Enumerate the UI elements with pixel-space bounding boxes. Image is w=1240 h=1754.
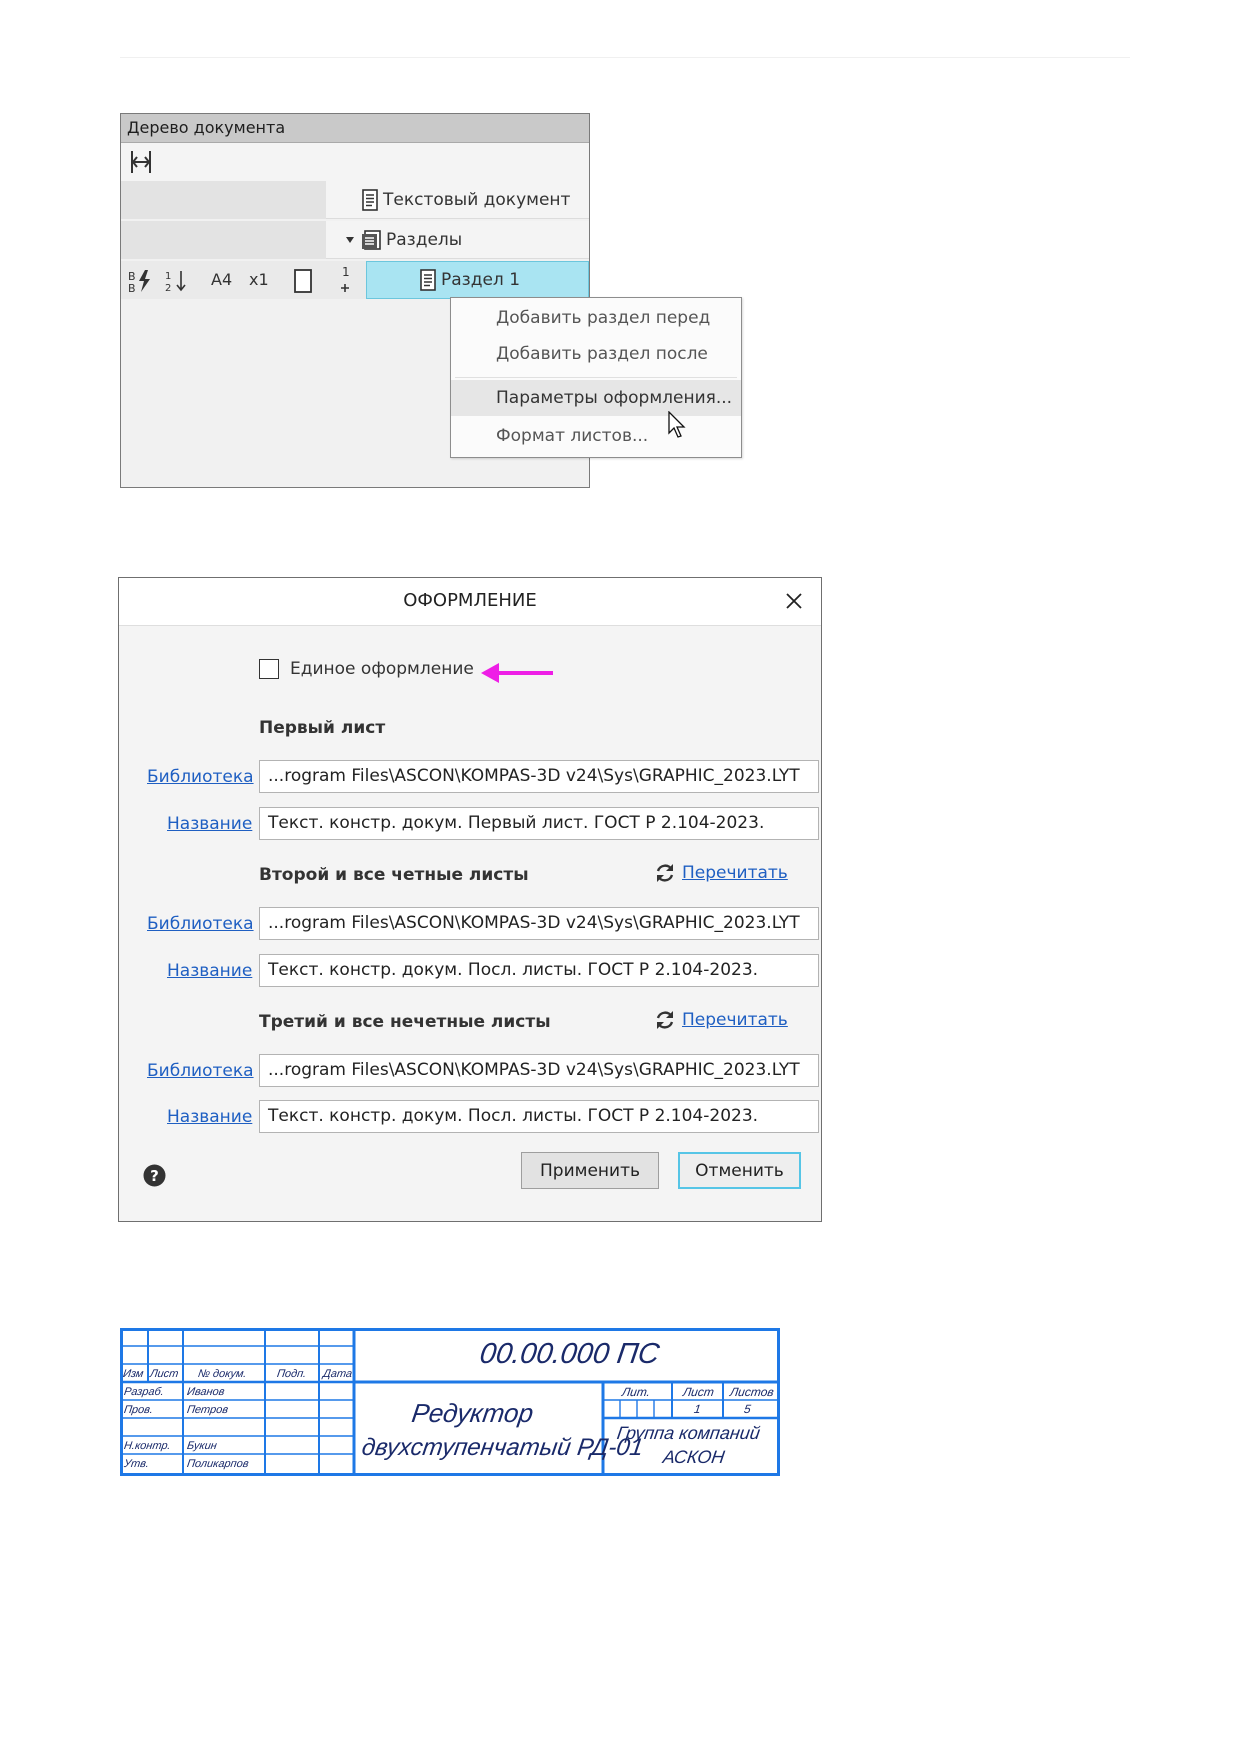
stamp-person: Иванов (186, 1386, 226, 1398)
library-field-even[interactable]: ...rogram Files\ASCON\KOMPAS-3D v24\Sys\… (259, 907, 819, 940)
reread-link-even[interactable]: Перечитать (682, 863, 788, 883)
dialog-title: ОФОРМЛЕНИЕ (403, 590, 537, 611)
tree-node-label: Разделы (386, 229, 463, 250)
numbering-icon[interactable]: 12 (165, 269, 189, 293)
library-link-even[interactable]: Библиотека (147, 914, 254, 934)
collapse-tree-icon[interactable] (129, 149, 153, 179)
help-icon[interactable]: ? (143, 1164, 166, 1187)
tree-node-text-document[interactable]: Текстовый документ (326, 181, 589, 219)
name-link-odd[interactable]: Название (167, 1107, 252, 1127)
close-icon[interactable] (781, 588, 807, 614)
tree-row-sections: Разделы (121, 221, 589, 259)
section-properties: BB 12 A4 x1 1 (121, 261, 366, 299)
stamp-person: Поликарпов (186, 1458, 250, 1470)
document-icon (362, 188, 378, 211)
tree-row-section-1: BB 12 A4 x1 1 Раздел 1 (121, 261, 589, 299)
stamp-header-change: Изм (122, 1368, 145, 1380)
reread-link-odd[interactable]: Перечитать (682, 1010, 788, 1030)
tree-panel-title: Дерево документа (121, 114, 589, 143)
library-field-first[interactable]: ...rogram Files\ASCON\KOMPAS-3D v24\Sys\… (259, 760, 819, 793)
title-block: 00.00.000 ПС Редуктор двухступенчатый РД… (120, 1328, 780, 1476)
reread-odd: Перечитать (654, 1009, 788, 1031)
format-value: A4 (211, 270, 233, 289)
dialog-header: ОФОРМЛЕНИЕ (119, 578, 821, 626)
stamp-company-line1: Группа компаний (615, 1423, 762, 1443)
dialog-body: Единое оформление Первый лист Библиотека… (119, 626, 821, 1221)
tree-node-sections[interactable]: Разделы (326, 221, 589, 259)
stamp-header-date: Дата (322, 1368, 353, 1380)
svg-text:1: 1 (165, 271, 171, 282)
stamp-company-line2: АСКОН (661, 1447, 726, 1467)
scale-value: x1 (249, 270, 269, 289)
tree-node-section-1[interactable]: Раздел 1 (366, 261, 589, 299)
stamp-role: Утв. (123, 1458, 150, 1470)
svg-text:?: ? (150, 1167, 159, 1185)
tree-node-label: Текстовый документ (383, 189, 571, 210)
stamp-person: Букин (186, 1440, 218, 1452)
apply-button[interactable]: Применить (521, 1152, 659, 1189)
stamp-name-line1: Редуктор (409, 1398, 536, 1428)
section-title-first-sheet: Первый лист (259, 718, 386, 738)
name-field-first[interactable]: Текст. констр. докум. Первый лист. ГОСТ … (259, 807, 819, 840)
top-divider (120, 57, 1130, 58)
stamp-role: Разраб. (123, 1386, 165, 1398)
pointer-arrow-icon (481, 663, 553, 683)
stamp-lit-label: Лит. (621, 1385, 652, 1399)
text-style-icon[interactable]: BB (128, 269, 154, 293)
refresh-icon[interactable] (654, 1009, 676, 1031)
stamp-header-doc-no: № докум. (197, 1368, 248, 1380)
unified-design-checkbox[interactable] (259, 659, 279, 679)
stamp-person: Петров (186, 1404, 229, 1416)
stamp-role: Н.контр. (123, 1440, 172, 1452)
tree-node-label: Раздел 1 (441, 270, 521, 290)
svg-text:2: 2 (165, 283, 171, 293)
name-field-odd[interactable]: Текст. констр. докум. Посл. листы. ГОСТ … (259, 1100, 819, 1133)
sections-icon (362, 229, 381, 250)
stamp-role: Пров. (123, 1404, 154, 1416)
mouse-cursor-icon (668, 411, 686, 438)
reread-even: Перечитать (654, 862, 788, 884)
unified-design-label: Единое оформление (290, 659, 474, 679)
name-link-even[interactable]: Название (167, 961, 252, 981)
stamp-designation: 00.00.000 ПС (477, 1338, 662, 1370)
name-link-first[interactable]: Название (167, 814, 252, 834)
stamp-sheets-label: Листов (729, 1385, 775, 1399)
menu-item-sheet-format[interactable]: Формат листов... (451, 418, 741, 454)
library-link-first[interactable]: Библиотека (147, 767, 254, 787)
document-icon (420, 269, 436, 291)
unified-design-option: Единое оформление (259, 659, 474, 679)
design-dialog: ОФОРМЛЕНИЕ Единое оформление Первый лист… (118, 577, 822, 1222)
stamp-header-signature: Подп. (276, 1368, 308, 1380)
tree-row-root: Текстовый документ (121, 181, 589, 219)
stamp-header-sheet: Лист (149, 1368, 180, 1380)
menu-item-design-parameters[interactable]: Параметры оформления... (451, 380, 741, 416)
menu-item-add-section-after[interactable]: Добавить раздел после (451, 336, 741, 372)
library-field-odd[interactable]: ...rogram Files\ASCON\KOMPAS-3D v24\Sys\… (259, 1054, 819, 1087)
section-title-even-sheets: Второй и все четные листы (259, 865, 529, 885)
name-field-even[interactable]: Текст. констр. докум. Посл. листы. ГОСТ … (259, 954, 819, 987)
menu-item-add-section-before[interactable]: Добавить раздел перед (451, 300, 741, 336)
tree-toolbar (121, 143, 589, 182)
menu-separator (455, 377, 737, 378)
stamp-sheet-label: Лист (682, 1385, 715, 1399)
section-title-odd-sheets: Третий и все нечетные листы (259, 1012, 551, 1032)
context-menu: Добавить раздел перед Добавить раздел по… (450, 297, 742, 458)
page-start-number: 1 (342, 265, 350, 279)
refresh-icon[interactable] (654, 862, 676, 884)
cancel-button[interactable]: Отменить (678, 1152, 801, 1189)
library-link-odd[interactable]: Библиотека (147, 1061, 254, 1081)
stamp-name-line2: двухступенчатый РД-01 (360, 1434, 646, 1461)
svg-text:B: B (128, 282, 136, 293)
add-number-icon[interactable] (340, 283, 350, 293)
page-orientation-icon[interactable] (293, 268, 313, 294)
chevron-down-icon[interactable] (344, 234, 356, 246)
